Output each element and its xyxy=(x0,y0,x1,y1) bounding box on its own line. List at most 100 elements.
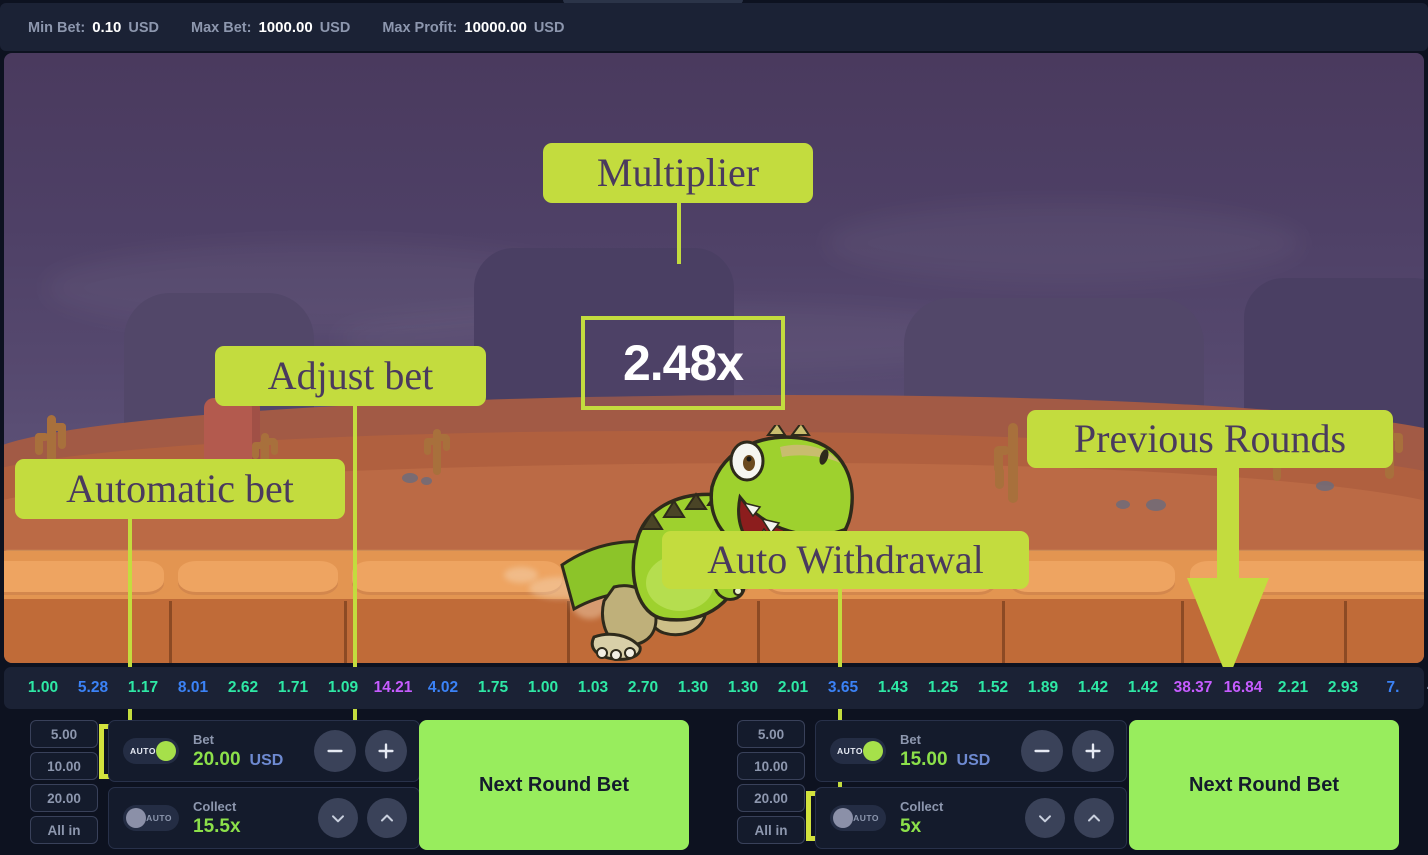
limit-max-profit-value: 10000.00 xyxy=(464,18,527,36)
callout-previous-rounds: Previous Rounds xyxy=(1027,410,1393,468)
limit-min-bet-unit: USD xyxy=(128,19,160,36)
quick-bet-20-right[interactable]: 20.00 xyxy=(737,784,805,812)
bet-controls-left: AUTO Bet 20.00 USD AUTO Collect 15.5x xyxy=(108,720,420,849)
limit-max-bet-label: Max Bet: xyxy=(191,19,252,36)
dust-puff xyxy=(504,567,538,583)
cactus-icon xyxy=(424,429,450,475)
history-round-2[interactable]: 1.17 xyxy=(118,679,168,697)
history-round-10[interactable]: 1.00 xyxy=(518,679,568,697)
limit-min-bet: Min Bet: 0.10 USD xyxy=(28,19,159,36)
collect-decrease-button-left[interactable] xyxy=(318,798,358,838)
auto-collect-toggle-left[interactable]: AUTO xyxy=(123,805,179,831)
bet-amount-left: 20.00 xyxy=(193,748,241,770)
bet-label-right: Bet xyxy=(900,732,921,748)
limit-max-profit-label: Max Profit: xyxy=(382,19,458,36)
collect-multiplier-right: 5x xyxy=(900,815,922,837)
previous-rounds-bar[interactable]: 1.00 5.28 1.17 8.01 2.62 1.71 1.09 14.21 4.02 1.7… xyxy=(4,667,1428,709)
callout-adjust-bet-text: Adjust bet xyxy=(267,353,434,398)
history-round-12[interactable]: 2.70 xyxy=(618,679,668,697)
auto-bet-toggle-left[interactable]: AUTO xyxy=(123,738,179,764)
auto-bet-toggle-right[interactable]: AUTO xyxy=(830,738,886,764)
collect-label-right: Collect xyxy=(900,799,944,815)
bet-steppers-left xyxy=(314,730,407,772)
history-round-23[interactable]: 38.37 xyxy=(1168,679,1218,697)
collect-multiplier-left: 15.5x xyxy=(193,815,241,837)
bet-amount-right: 15.00 xyxy=(900,748,948,770)
quick-bet-20[interactable]: 20.00 xyxy=(30,784,98,812)
limit-max-bet-value: 1000.00 xyxy=(258,18,313,36)
history-round-7[interactable]: 14.21 xyxy=(368,679,418,697)
history-round-21[interactable]: 1.42 xyxy=(1068,679,1118,697)
history-round-5[interactable]: 1.71 xyxy=(268,679,318,697)
bet-currency-right: USD xyxy=(956,751,991,769)
collect-increase-button-left[interactable] xyxy=(367,798,407,838)
quick-bet-all-in-right[interactable]: All in xyxy=(737,816,805,844)
bet-increase-button-left[interactable] xyxy=(365,730,407,772)
auto-collect-toggle-knob-left xyxy=(126,808,146,828)
collect-steppers-right xyxy=(1025,798,1114,838)
history-round-27[interactable]: 7. xyxy=(1368,679,1418,697)
history-round-11[interactable]: 1.03 xyxy=(568,679,618,697)
history-round-17[interactable]: 1.43 xyxy=(868,679,918,697)
quick-bet-all-in[interactable]: All in xyxy=(30,816,98,844)
history-round-3[interactable]: 8.01 xyxy=(168,679,218,697)
history-expand-arrow-up-icon[interactable] xyxy=(1418,677,1428,699)
bet-panel-right: 5.00 10.00 20.00 All in AUTO Bet 15.00 U… xyxy=(711,715,1424,855)
bet-field-right[interactable]: Bet 15.00 USD xyxy=(900,731,1021,771)
collect-steppers-left xyxy=(318,798,407,838)
collect-field-right[interactable]: Collect 5x xyxy=(900,798,1025,838)
bet-panel-left: 5.00 10.00 20.00 All in AUTO Bet 20.00 U… xyxy=(4,715,710,855)
pebble-shape xyxy=(1146,499,1166,511)
bet-row-right: AUTO Bet 15.00 USD xyxy=(815,720,1127,782)
next-round-bet-button-right[interactable]: Next Round Bet xyxy=(1129,720,1399,850)
collect-increase-button-right[interactable] xyxy=(1074,798,1114,838)
bet-row-left: AUTO Bet 20.00 USD xyxy=(108,720,420,782)
pebble-shape xyxy=(402,473,418,483)
history-round-18[interactable]: 1.25 xyxy=(918,679,968,697)
history-round-26[interactable]: 2.93 xyxy=(1318,679,1368,697)
history-round-1[interactable]: 5.28 xyxy=(68,679,118,697)
history-round-24[interactable]: 16.84 xyxy=(1218,679,1268,697)
history-round-4[interactable]: 2.62 xyxy=(218,679,268,697)
quick-bet-5-right[interactable]: 5.00 xyxy=(737,720,805,748)
pebble-shape xyxy=(1116,500,1130,509)
limit-max-bet-unit: USD xyxy=(319,19,351,36)
pebble-shape xyxy=(421,477,432,485)
collect-label-left: Collect xyxy=(193,799,237,815)
collect-field-left[interactable]: Collect 15.5x xyxy=(193,798,318,838)
history-round-0[interactable]: 1.00 xyxy=(18,679,68,697)
history-round-19[interactable]: 1.52 xyxy=(968,679,1018,697)
history-round-8[interactable]: 4.02 xyxy=(418,679,468,697)
history-round-22[interactable]: 1.42 xyxy=(1118,679,1168,697)
history-round-9[interactable]: 1.75 xyxy=(468,679,518,697)
pointer-arrow-down-icon xyxy=(1185,466,1271,682)
collect-decrease-button-right[interactable] xyxy=(1025,798,1065,838)
quick-bet-5[interactable]: 5.00 xyxy=(30,720,98,748)
auto-collect-toggle-knob-right xyxy=(833,808,853,828)
quick-bet-10[interactable]: 10.00 xyxy=(30,752,98,780)
history-round-25[interactable]: 2.21 xyxy=(1268,679,1318,697)
auto-bet-toggle-knob-right xyxy=(863,741,883,761)
limit-max-profit: Max Profit: 10000.00 USD xyxy=(382,19,564,36)
auto-collect-toggle-right[interactable]: AUTO xyxy=(830,805,886,831)
history-round-15[interactable]: 2.01 xyxy=(768,679,818,697)
history-round-20[interactable]: 1.89 xyxy=(1018,679,1068,697)
multiplier-display: 2.48x xyxy=(581,316,785,410)
quick-bet-10-right[interactable]: 10.00 xyxy=(737,752,805,780)
pebble-shape xyxy=(1316,481,1334,491)
bet-field-left[interactable]: Bet 20.00 USD xyxy=(193,731,314,771)
callout-automatic-bet-text: Automatic bet xyxy=(66,466,294,511)
history-round-6[interactable]: 1.09 xyxy=(318,679,368,697)
history-round-14[interactable]: 1.30 xyxy=(718,679,768,697)
history-round-16[interactable]: 3.65 xyxy=(818,679,868,697)
limit-min-bet-label: Min Bet: xyxy=(28,19,86,36)
bet-increase-button-right[interactable] xyxy=(1072,730,1114,772)
cloud-shape xyxy=(824,203,1304,283)
limit-min-bet-value: 0.10 xyxy=(92,18,122,36)
auto-collect-toggle-label-right: AUTO xyxy=(853,813,879,823)
bet-steppers-right xyxy=(1021,730,1114,772)
bet-decrease-button-left[interactable] xyxy=(314,730,356,772)
bet-decrease-button-right[interactable] xyxy=(1021,730,1063,772)
next-round-bet-button-left[interactable]: Next Round Bet xyxy=(419,720,689,850)
history-round-13[interactable]: 1.30 xyxy=(668,679,718,697)
